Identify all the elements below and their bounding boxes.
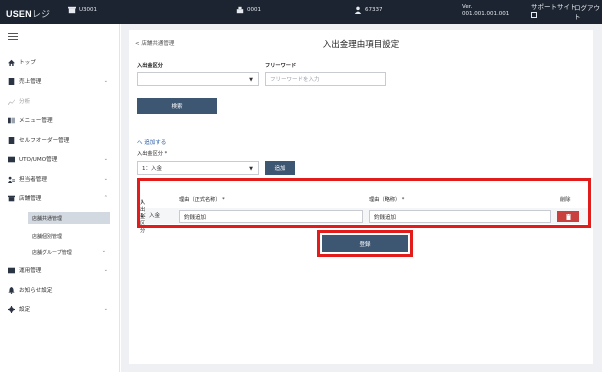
bell-icon [7,286,15,294]
sidebar-item-uto[interactable]: UTO/UMO管理 ⌄ [0,152,120,166]
caret-down-icon: ▼ [249,166,253,172]
menu-icon [7,116,15,124]
add-type-select[interactable]: 1：入金 ▼ [137,161,259,175]
store-icon [7,194,15,202]
page-title: 入出金理由項目設定 [322,40,400,50]
table-highlight-frame [137,178,591,228]
search-button[interactable]: 検索 [137,98,217,114]
keyword-label: フリーワード [265,63,297,69]
sidebar-subitem-store-group[interactable]: 店舗グループ管理 ⌄ [28,246,110,258]
chevron-down-icon: ⌄ [103,78,108,84]
sidebar-item-top[interactable]: トップ [0,55,120,69]
sidebar-subitem-store-individual[interactable]: 店舗個別管理 [28,230,62,242]
user-code: 67337 [354,6,383,14]
keyword-input[interactable]: フリーワードを入力 [265,72,386,86]
chevron-down-icon: ⌄ [103,176,108,182]
operation-icon [7,266,15,274]
home-icon [7,58,15,66]
sidebar-subitem-store-common[interactable]: 店舗共通管理 [28,212,110,224]
sidebar-item-self-order[interactable]: セルフオーダー管理 [0,133,120,147]
sidebar-item-settings[interactable]: 設定 ⌄ [0,302,120,316]
analysis-icon [7,97,15,105]
chevron-up-icon: ⌃ [103,195,108,201]
add-button[interactable]: 追加 [265,161,295,175]
hamburger-menu-icon[interactable] [8,33,18,42]
sidebar-item-staff[interactable]: 担当者管理 ⌄ [0,172,120,186]
main-area: < 店舗共通管理 入出金理由項目設定 入出金区分 ▼ フリーワード フリーワード… [121,24,602,372]
sales-icon [7,77,15,85]
uto-icon [7,155,15,163]
store-icon [68,6,76,14]
chevron-down-icon: ⌄ [103,306,108,312]
chevron-down-icon: ⌄ [103,156,108,162]
store-code: U3001 [68,6,97,14]
sidebar-item-menu[interactable]: メニュー管理 [0,113,120,127]
version-info: Ver. 001.001.001.001 [462,4,510,17]
terminal-code: 0001 [236,6,261,14]
add-type-label: 入出金区分 * [137,151,168,157]
sidebar-item-sales[interactable]: 売上管理 ⌄ [0,74,120,88]
caret-down-icon: ▼ [249,77,253,83]
logout-link[interactable]: ログアウト [574,4,602,22]
user-icon [354,6,362,14]
chevron-down-icon: ⌄ [103,267,108,273]
gear-icon [7,305,15,313]
staff-icon [7,175,15,183]
self-order-icon [7,136,15,144]
content-panel: < 店舗共通管理 入出金理由項目設定 入出金区分 ▼ フリーワード フリーワード… [129,30,593,364]
chevron-down-icon: ⌄ [101,248,106,254]
app-logo: USENレジ [6,9,51,19]
top-bar: USENレジ U3001 0001 67337 Ver. 001.001.001… [0,0,602,24]
sidebar-item-store[interactable]: 店舗管理 ⌃ [0,191,120,205]
support-site-link[interactable]: サポートサイト [531,4,577,20]
sidebar-item-operation[interactable]: 運用管理 ⌄ [0,263,120,277]
sidebar-item-notice[interactable]: お知らせ設定 [0,283,120,297]
sidebar-item-analysis[interactable]: 分析 [0,94,120,108]
type-filter-label: 入出金区分 [137,63,163,69]
register-button[interactable]: 登録 [322,235,408,252]
type-filter-select[interactable]: ▼ [137,72,259,86]
add-toggle-link[interactable]: へ 追加する [137,138,166,146]
register-icon [236,6,244,14]
sidebar: トップ 売上管理 ⌄ 分析 メニュー管理 セルフオーダー管理 UTO/UMO管理… [0,24,120,372]
external-link-icon [531,12,537,18]
